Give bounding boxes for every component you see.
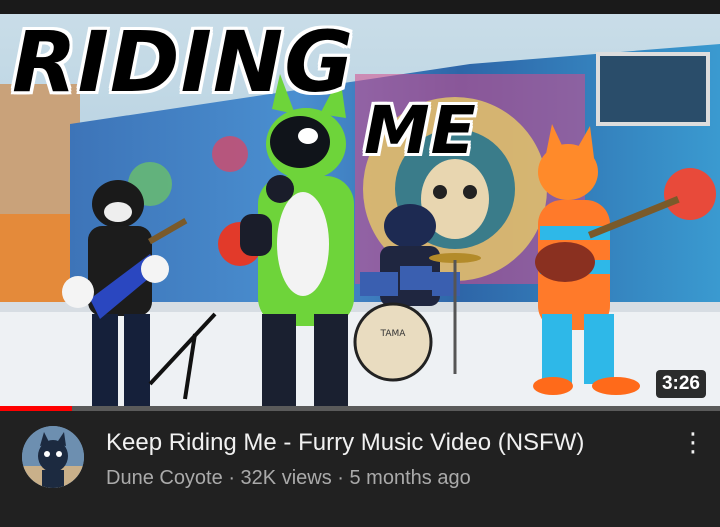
channel-avatar[interactable] <box>22 426 84 488</box>
thumbnail-overlay-title-line2: ME <box>364 92 477 169</box>
view-count: 32K views <box>240 467 332 489</box>
drum-brand-label: TAMA <box>380 329 407 339</box>
video-thumbnail[interactable]: TAMA RIDING ME 3:26 <box>0 14 720 410</box>
separator: · <box>228 467 235 489</box>
video-meta: Keep Riding Me - Furry Music Video (NSFW… <box>0 411 720 527</box>
video-subline: Dune Coyote · 32K views · 5 months ago <box>106 467 471 490</box>
video-title[interactable]: Keep Riding Me - Furry Music Video (NSFW… <box>106 429 584 457</box>
duration-badge: 3:26 <box>655 370 706 398</box>
separator: · <box>337 467 344 489</box>
upload-age: 5 months ago <box>349 467 471 489</box>
thumbnail-overlay-title-line1: RIDING <box>12 14 355 111</box>
avatar-image <box>22 426 84 488</box>
channel-name[interactable]: Dune Coyote <box>106 467 223 489</box>
vertical-ellipsis-icon[interactable]: ⋮ <box>680 427 706 457</box>
top-edge-bar <box>0 0 720 14</box>
